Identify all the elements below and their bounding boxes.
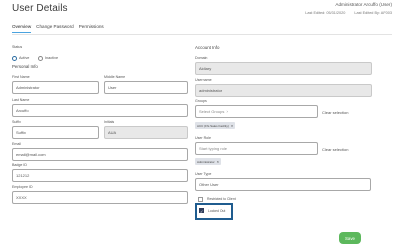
username-field: administrator: [195, 84, 372, 97]
groups-select[interactable]: Select Groups ›: [195, 105, 318, 118]
status-active-radio[interactable]: [12, 56, 17, 61]
groups-placeholder: Select Groups: [199, 109, 225, 114]
user-role-label: User Role: [195, 136, 211, 140]
initials-label: Initials: [104, 120, 115, 124]
role-chip-remove-icon[interactable]: ×: [217, 159, 219, 164]
current-user-label: Administrator Arcuffo (User): [335, 2, 392, 7]
page-title: User Details: [12, 3, 68, 14]
groups-dropdown-icon[interactable]: ›: [226, 109, 228, 114]
suffix-field[interactable]: Suffix: [12, 126, 99, 139]
status-active-label: Active: [19, 56, 30, 60]
last-edited-by: Last Edited By: AF003: [354, 11, 392, 15]
user-role-clear-selection[interactable]: Clear selection: [322, 147, 348, 152]
first-name-label: First Name: [12, 75, 30, 79]
locked-out-label: Locked Out: [208, 209, 226, 213]
save-button[interactable]: Save: [339, 232, 361, 244]
tab-bar: Overview Change Password Permissions: [12, 24, 104, 33]
suffix-label: Suffix: [12, 120, 21, 124]
user-type-select[interactable]: Other User: [195, 178, 371, 191]
user-role-placeholder: Start typing role: [199, 146, 228, 151]
tab-divider: [12, 34, 392, 35]
middle-name-label: Middle Name: [104, 75, 126, 79]
personal-info-heading: Personal Info: [12, 64, 38, 69]
restricted-to-client-checkbox[interactable]: [198, 197, 203, 202]
status-inactive-label: Inactive: [45, 56, 59, 60]
badge-id-field[interactable]: 121212: [12, 169, 188, 182]
domain-label: Domain: [195, 56, 208, 60]
badge-id-label: Badge ID: [12, 163, 27, 167]
last-name-field[interactable]: Arcuffo: [12, 104, 188, 117]
restricted-to-client-label: Restricted to Client: [207, 197, 236, 201]
account-info-heading: Account Info: [195, 45, 220, 50]
middle-name-field[interactable]: User: [104, 81, 188, 94]
domain-field: Aidiary: [195, 62, 372, 75]
email-field[interactable]: email@mail.com: [12, 148, 188, 161]
status-inactive-radio[interactable]: [38, 56, 43, 61]
group-chip-label: ACC (Ffs Sales Facility): [197, 123, 229, 128]
group-chip: ACC (Ffs Sales Facility) ×: [195, 122, 236, 129]
employee-id-field[interactable]: XXXX: [12, 191, 188, 204]
first-name-field[interactable]: Administrator: [12, 81, 99, 94]
employee-id-label: Employee ID: [12, 185, 33, 189]
user-type-label: User Type: [195, 172, 212, 176]
groups-label: Groups: [195, 99, 207, 103]
tab-change-password[interactable]: Change Password: [36, 24, 74, 33]
username-label: Username: [195, 78, 212, 82]
last-edited-date: Last Edited: 05/31/2020: [305, 11, 346, 15]
groups-clear-selection[interactable]: Clear selection: [322, 110, 348, 115]
last-name-label: Last Name: [12, 98, 30, 102]
locked-out-checkbox[interactable]: ✓: [199, 208, 204, 214]
role-chip: Administrator ×: [195, 158, 222, 165]
status-label: Status: [12, 45, 23, 49]
group-chip-remove-icon[interactable]: ×: [231, 123, 233, 128]
last-edited-info: Last Edited: 05/31/2020 Last Edited By: …: [297, 11, 392, 15]
user-role-input[interactable]: Start typing role: [195, 142, 318, 155]
tab-permissions[interactable]: Permissions: [79, 24, 104, 33]
tab-overview[interactable]: Overview: [12, 24, 32, 33]
initials-field: AUA: [104, 126, 188, 139]
email-label: Email: [12, 142, 21, 146]
role-chip-label: Administrator: [197, 159, 215, 164]
